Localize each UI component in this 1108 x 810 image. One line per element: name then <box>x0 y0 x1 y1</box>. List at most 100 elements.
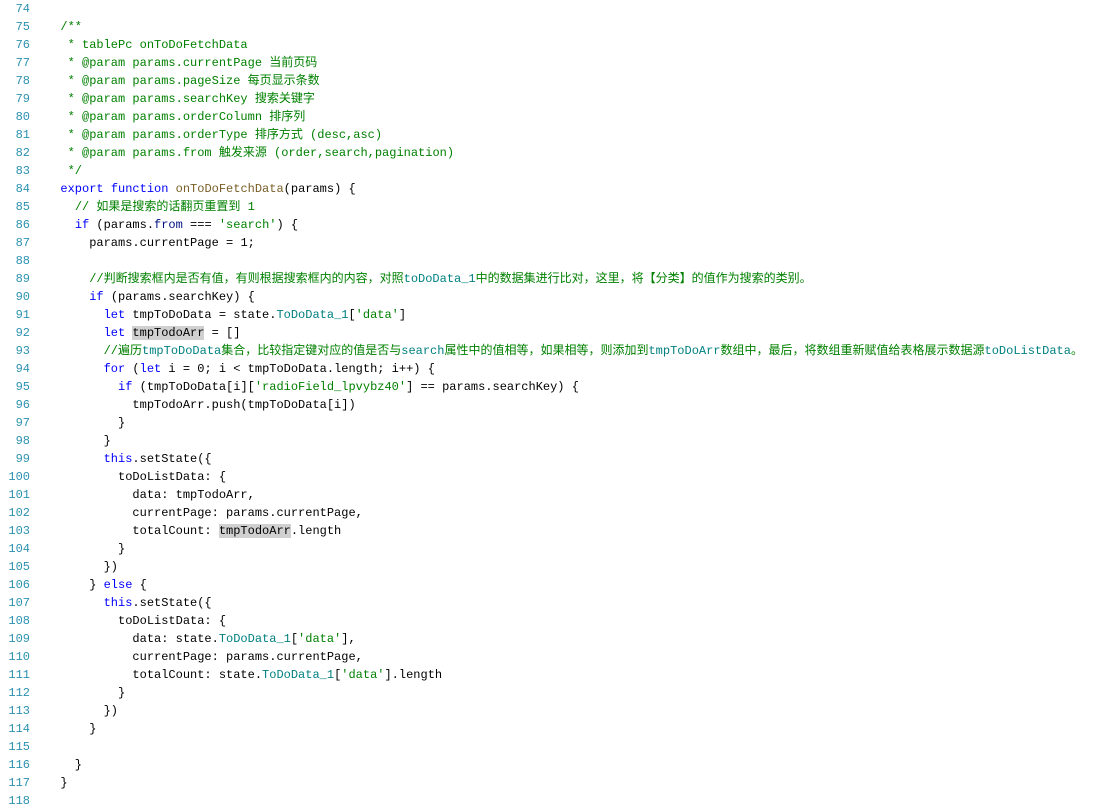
code-token: (params.searchKey) { <box>104 290 255 304</box>
line-number: 90 <box>8 288 30 306</box>
code-line[interactable]: totalCount: state.ToDoData_1['data'].len… <box>38 666 1108 684</box>
code-token <box>46 308 104 322</box>
line-number: 74 <box>8 0 30 18</box>
code-line[interactable]: */ <box>38 162 1108 180</box>
code-token: * tablePc onToDoFetchData <box>46 38 248 52</box>
code-token: 数组中，最后，将数组重新赋值给表格展示数据源 <box>721 344 985 358</box>
code-line[interactable]: * tablePc onToDoFetchData <box>38 36 1108 54</box>
line-number: 100 <box>8 468 30 486</box>
code-line[interactable]: if (params.searchKey) { <box>38 288 1108 306</box>
code-token: * @param params.orderColumn 排序列 <box>46 110 305 124</box>
code-line[interactable]: } <box>38 774 1108 792</box>
code-line[interactable]: } <box>38 756 1108 774</box>
code-line[interactable]: * @param params.searchKey 搜索关键字 <box>38 90 1108 108</box>
code-line[interactable]: * @param params.pageSize 每页显示条数 <box>38 72 1108 90</box>
code-line[interactable]: //判断搜索框内是否有值，有则根据搜索框内的内容，对照toDoData_1中的数… <box>38 270 1108 288</box>
code-token: this <box>104 596 133 610</box>
code-line[interactable]: totalCount: tmpTodoArr.length <box>38 522 1108 540</box>
code-token: data: state. <box>46 632 219 646</box>
code-line[interactable] <box>38 738 1108 756</box>
code-line[interactable]: data: state.ToDoData_1['data'], <box>38 630 1108 648</box>
code-token: currentPage: params.currentPage, <box>46 650 363 664</box>
code-token: for <box>104 362 126 376</box>
code-line[interactable]: * @param params.orderColumn 排序列 <box>38 108 1108 126</box>
code-token: 'data' <box>356 308 399 322</box>
code-token: } <box>46 758 82 772</box>
code-token: 'data' <box>298 632 341 646</box>
code-line[interactable]: } <box>38 432 1108 450</box>
code-token: 'data' <box>341 668 384 682</box>
code-token: else <box>104 578 133 592</box>
line-number: 93 <box>8 342 30 360</box>
line-number: 118 <box>8 792 30 810</box>
code-line[interactable]: let tmpTodoArr = [] <box>38 324 1108 342</box>
code-line[interactable]: toDoListData: { <box>38 468 1108 486</box>
code-line[interactable]: for (let i = 0; i < tmpToDoData.length; … <box>38 360 1108 378</box>
code-token <box>46 218 75 232</box>
code-token <box>46 182 60 196</box>
code-line[interactable]: }) <box>38 558 1108 576</box>
code-token <box>46 272 89 286</box>
line-number: 82 <box>8 144 30 162</box>
code-token: ; i < tmpToDoData.length; i++) { <box>204 362 434 376</box>
line-number: 80 <box>8 108 30 126</box>
line-number: 110 <box>8 648 30 666</box>
code-line[interactable]: data: tmpTodoArr, <box>38 486 1108 504</box>
code-token: tmpToDoData = state. <box>125 308 276 322</box>
code-token: data: tmpTodoArr, <box>46 488 255 502</box>
code-line[interactable]: this.setState({ <box>38 594 1108 612</box>
code-line[interactable]: } <box>38 414 1108 432</box>
line-number: 113 <box>8 702 30 720</box>
code-token: } <box>46 416 125 430</box>
code-line[interactable]: } else { <box>38 576 1108 594</box>
code-token: .length <box>291 524 341 538</box>
code-line[interactable]: * @param params.currentPage 当前页码 <box>38 54 1108 72</box>
code-line[interactable]: export function onToDoFetchData(params) … <box>38 180 1108 198</box>
code-line[interactable]: // 如果是搜索的话翻页重置到 1 <box>38 198 1108 216</box>
code-line[interactable]: }) <box>38 702 1108 720</box>
line-number: 88 <box>8 252 30 270</box>
code-line[interactable]: } <box>38 720 1108 738</box>
code-line[interactable] <box>38 792 1108 810</box>
code-line[interactable]: this.setState({ <box>38 450 1108 468</box>
code-line[interactable]: if (params.from === 'search') { <box>38 216 1108 234</box>
code-line[interactable]: * @param params.from 触发来源 (order,search,… <box>38 144 1108 162</box>
line-number: 106 <box>8 576 30 594</box>
code-line[interactable]: /** <box>38 18 1108 36</box>
line-number: 98 <box>8 432 30 450</box>
code-token: { <box>132 578 146 592</box>
line-number: 116 <box>8 756 30 774</box>
code-token: totalCount: <box>46 524 219 538</box>
code-token: (params) { <box>284 182 356 196</box>
code-token: toDoListData: { <box>46 614 226 628</box>
code-editor-content[interactable]: /** * tablePc onToDoFetchData * @param p… <box>38 0 1108 810</box>
code-line[interactable]: currentPage: params.currentPage, <box>38 648 1108 666</box>
code-line[interactable]: if (tmpToDoData[i]['radioField_lpvybz40'… <box>38 378 1108 396</box>
line-number: 86 <box>8 216 30 234</box>
code-token: /** <box>60 20 82 34</box>
code-token: currentPage: params.currentPage, <box>46 506 363 520</box>
code-token: let <box>104 308 126 322</box>
code-line[interactable]: } <box>38 540 1108 558</box>
code-token: * @param params.orderType 排序方式 (desc,asc… <box>46 128 382 142</box>
code-line[interactable]: //遍历tmpToDoData集合，比较指定键对应的值是否与search属性中的… <box>38 342 1108 360</box>
code-line[interactable]: tmpTodoArr.push(tmpToDoData[i]) <box>38 396 1108 414</box>
code-token: } <box>46 434 111 448</box>
code-token: 中的数据集进行比对，这里，将【分类】的值作为搜索的类别。 <box>476 272 812 286</box>
code-line[interactable]: * @param params.orderType 排序方式 (desc,asc… <box>38 126 1108 144</box>
code-token <box>46 326 104 340</box>
code-token <box>46 380 118 394</box>
code-line[interactable]: let tmpToDoData = state.ToDoData_1['data… <box>38 306 1108 324</box>
code-line[interactable] <box>38 252 1108 270</box>
code-line[interactable] <box>38 0 1108 18</box>
code-line[interactable]: currentPage: params.currentPage, <box>38 504 1108 522</box>
code-token <box>46 452 104 466</box>
code-token: search <box>401 344 444 358</box>
code-token: ( <box>125 362 139 376</box>
code-line[interactable]: toDoListData: { <box>38 612 1108 630</box>
code-token: [ <box>348 308 355 322</box>
line-number: 92 <box>8 324 30 342</box>
code-token: i = <box>161 362 197 376</box>
code-line[interactable]: params.currentPage = 1; <box>38 234 1108 252</box>
code-line[interactable]: } <box>38 684 1108 702</box>
